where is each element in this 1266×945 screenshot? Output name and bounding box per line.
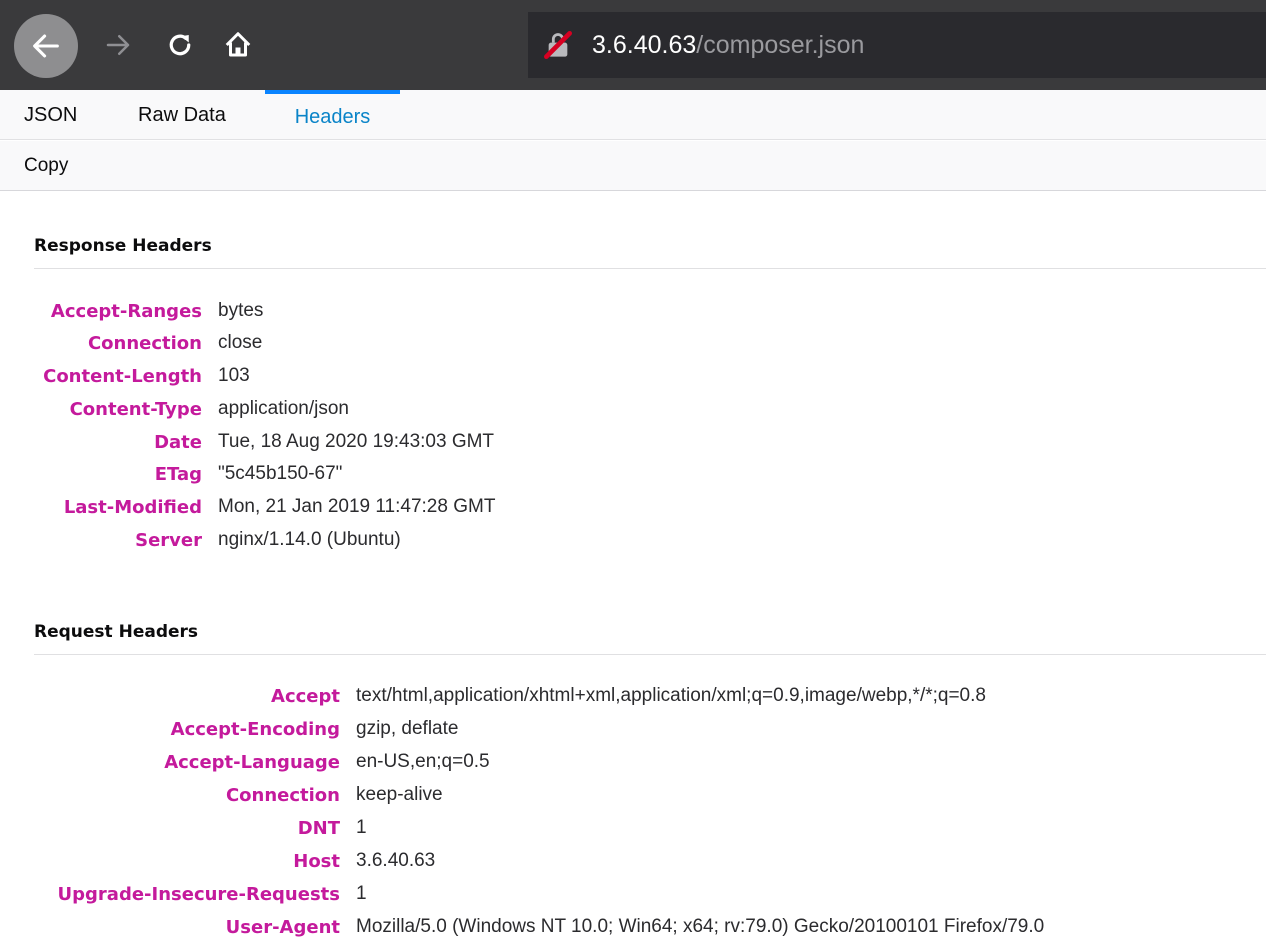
viewer-tabbar: JSON Raw Data Headers — [0, 90, 1266, 140]
request-headers-divider — [34, 654, 1266, 655]
tab-json[interactable]: JSON — [24, 90, 104, 140]
header-name: DNT — [297, 817, 340, 839]
response-header-row: Content-Type application/json — [0, 393, 349, 425]
header-value: 1 — [356, 817, 367, 838]
header-value: Mozilla/5.0 (Windows NT 10.0; Win64; x64… — [356, 916, 1045, 937]
response-header-row: ETag "5c45b150-67" — [0, 458, 343, 490]
request-headers-title: Request Headers — [34, 622, 199, 642]
header-value: Mon, 21 Jan 2019 11:47:28 GMT — [218, 496, 496, 517]
headers-toolbar: Copy — [0, 141, 1266, 191]
header-value: 1 — [356, 883, 367, 904]
header-value: application/json — [218, 398, 349, 419]
request-header-row: Host 3.6.40.63 — [0, 845, 435, 877]
request-header-row: Accept-Language en-US,en;q=0.5 — [0, 746, 490, 778]
tab-headers[interactable]: Headers — [265, 90, 400, 140]
header-value: "5c45b150-67" — [218, 463, 343, 484]
forward-button[interactable] — [98, 22, 138, 68]
header-name: Content-Type — [69, 398, 202, 420]
home-button[interactable] — [218, 22, 258, 68]
insecure-lock-icon[interactable] — [542, 29, 574, 61]
response-header-row: Connection close — [0, 327, 262, 359]
header-name: Accept-Encoding — [170, 718, 340, 740]
header-value: en-US,en;q=0.5 — [356, 751, 490, 772]
header-value: bytes — [218, 300, 264, 321]
response-header-row: Accept-Ranges bytes — [0, 295, 264, 327]
tab-raw-data[interactable]: Raw Data — [130, 90, 250, 140]
header-value: 3.6.40.63 — [356, 850, 436, 871]
header-name: ETag — [154, 463, 202, 485]
request-header-row: Connection keep-alive — [0, 779, 443, 811]
request-header-row: User-Agent Mozilla/5.0 (Windows NT 10.0;… — [0, 911, 1045, 943]
header-name: Accept-Language — [164, 751, 340, 773]
response-headers-divider — [34, 268, 1266, 269]
header-name: Accept — [271, 685, 340, 707]
home-icon — [225, 32, 251, 57]
header-name: Server — [135, 529, 202, 551]
request-header-row: Upgrade-Insecure-Requests 1 — [0, 878, 367, 910]
header-name: Connection — [87, 332, 202, 354]
response-header-row: Last-Modified Mon, 21 Jan 2019 11:47:28 … — [0, 491, 496, 523]
header-name: User-Agent — [225, 916, 340, 938]
header-value: text/html,application/xhtml+xml,applicat… — [356, 685, 986, 706]
response-headers-title: Response Headers — [34, 236, 212, 256]
header-name: Date — [154, 431, 202, 453]
address-bar[interactable]: 3.6.40.63/composer.json — [528, 12, 1266, 78]
request-header-row: Accept-Encoding gzip, deflate — [0, 713, 459, 745]
header-name: Content-Length — [43, 365, 202, 387]
header-value: close — [218, 332, 263, 353]
header-name: Upgrade-Insecure-Requests — [57, 883, 340, 905]
response-header-row: Date Tue, 18 Aug 2020 19:43:03 GMT — [0, 426, 494, 458]
browser-toolbar: 3.6.40.63/composer.json — [0, 0, 1266, 90]
url-text[interactable]: 3.6.40.63/composer.json — [592, 31, 864, 60]
header-name: Last-Modified — [63, 496, 202, 518]
header-value: 103 — [218, 365, 250, 386]
header-value: nginx/1.14.0 (Ubuntu) — [218, 529, 401, 550]
header-name: Accept-Ranges — [50, 300, 202, 322]
url-host: 3.6.40.63 — [592, 30, 697, 59]
reload-button[interactable] — [160, 22, 200, 68]
header-value: Tue, 18 Aug 2020 19:43:03 GMT — [218, 431, 495, 452]
header-value: keep-alive — [356, 784, 443, 805]
forward-arrow-icon — [106, 35, 130, 55]
back-button[interactable] — [14, 14, 78, 78]
response-header-row: Content-Length 103 — [0, 360, 250, 392]
header-value: gzip, deflate — [356, 718, 459, 739]
copy-button[interactable]: Copy — [24, 141, 68, 191]
request-header-row: Accept text/html,application/xhtml+xml,a… — [0, 680, 986, 712]
header-name: Connection — [225, 784, 340, 806]
url-path: /composer.json — [696, 30, 865, 59]
header-name: Host — [293, 850, 340, 872]
reload-icon — [169, 34, 191, 56]
request-header-row: DNT 1 — [0, 812, 367, 844]
response-header-row: Server nginx/1.14.0 (Ubuntu) — [0, 524, 401, 556]
back-arrow-icon — [33, 34, 59, 58]
